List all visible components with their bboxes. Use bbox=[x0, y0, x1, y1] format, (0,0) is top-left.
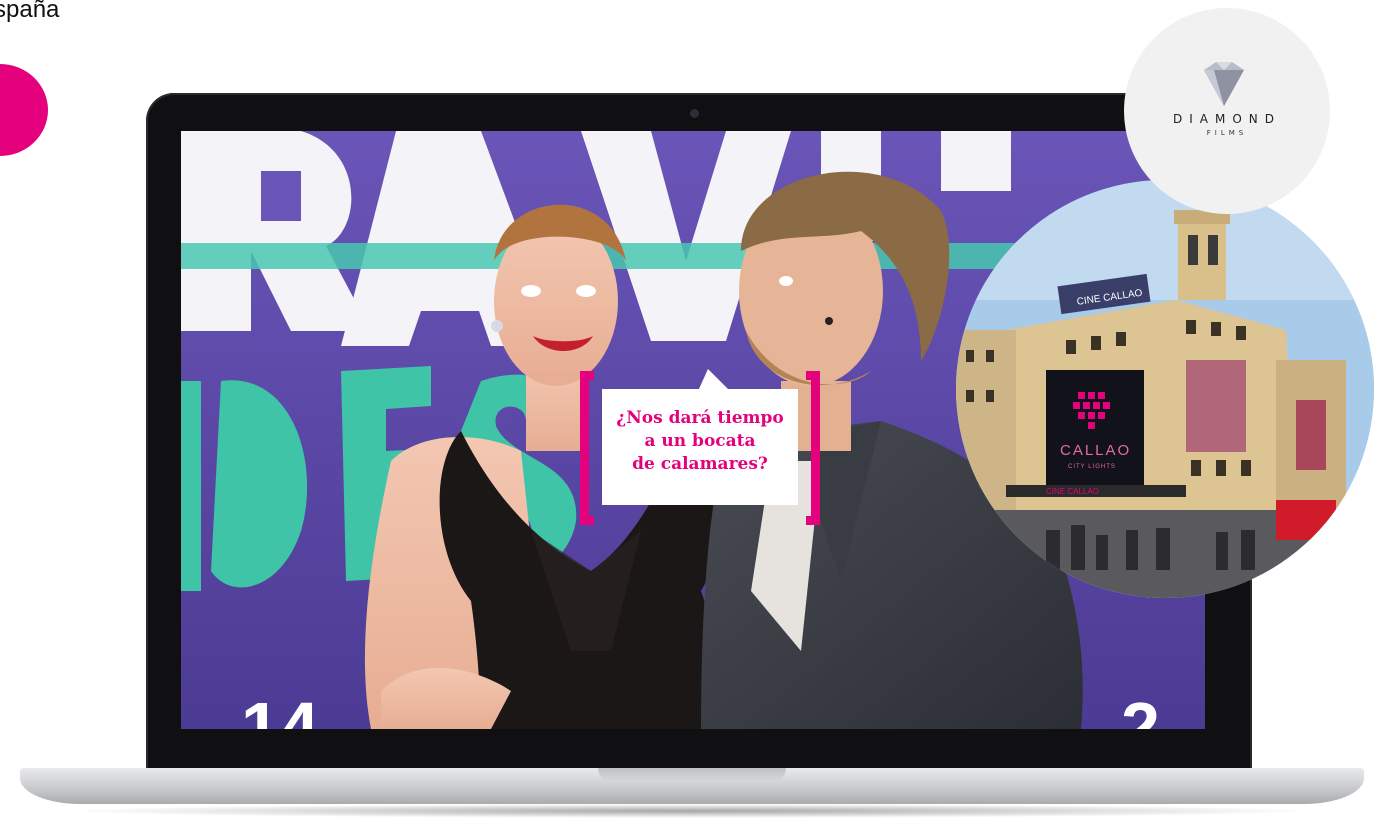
marquee-text: CINE CALLAO bbox=[1046, 487, 1099, 496]
diamond-icon bbox=[1204, 62, 1244, 106]
backdrop-number-right: 2 bbox=[1121, 688, 1160, 729]
bubble-line-2: a un bocata bbox=[644, 431, 756, 451]
screen-text: CALLAO bbox=[1060, 442, 1131, 459]
bubble-line-1: ¿Nos dará tiempo bbox=[616, 408, 784, 428]
logo-word: DIAMOND bbox=[1172, 112, 1281, 126]
callao-photo-circle: CINE CALLAO CALLAO CITY LIGHTS CINE CALL… bbox=[956, 180, 1374, 598]
screen-subtext: CITY LIGHTS bbox=[1068, 464, 1116, 470]
bubble-text: ¿Nos dará tiempo a un bocata de calamare… bbox=[602, 407, 798, 476]
logo-subword: FILMS bbox=[1206, 129, 1248, 137]
callao-building-photo: CINE CALLAO CALLAO CITY LIGHTS CINE CALL… bbox=[956, 180, 1374, 598]
speech-bubble: ¿Nos dará tiempo a un bocata de calamare… bbox=[580, 369, 820, 525]
backdrop-number-left: 14 bbox=[241, 688, 319, 729]
bracket-left bbox=[580, 371, 594, 525]
camera bbox=[690, 109, 699, 118]
bubble-tail bbox=[698, 369, 730, 391]
bracket-right bbox=[806, 371, 820, 525]
diamond-films-logo bbox=[1124, 8, 1330, 214]
bubble-line-3: de calamares? bbox=[632, 454, 768, 474]
laptop-shadow bbox=[60, 804, 1322, 818]
laptop-notch bbox=[598, 768, 786, 782]
